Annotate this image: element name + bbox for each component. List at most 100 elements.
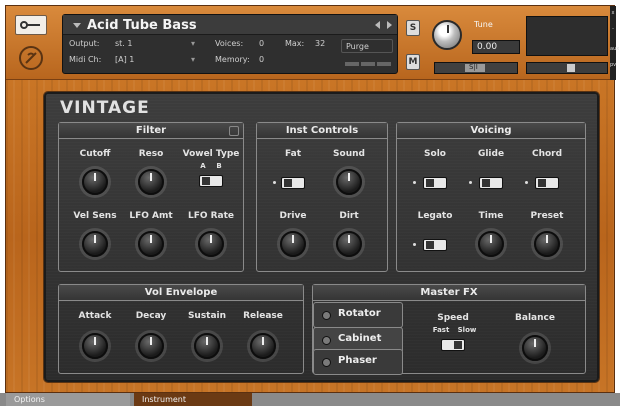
wrench-button[interactable] — [15, 15, 47, 35]
memory-value: 0 — [259, 55, 265, 64]
tune-label: Tune — [474, 20, 493, 29]
speed-switch[interactable] — [441, 339, 465, 351]
legato-led — [413, 243, 416, 246]
midi-channel-label: Midi Ch: — [69, 55, 102, 64]
filter-section: Filter Cutoff Reso Vowel Type A B Vel Se… — [58, 122, 244, 272]
bottom-tab-bar: Options Instrument — [0, 393, 620, 406]
speed-option-slow: Slow — [457, 326, 477, 334]
midi-dropdown-icon[interactable]: ▾ — [191, 55, 195, 64]
vol-envelope-header: Vol Envelope — [59, 285, 303, 301]
vowel-type-switch[interactable] — [199, 175, 223, 187]
max-voices-value[interactable]: 32 — [315, 39, 325, 48]
midi-channel-value[interactable]: [A] 1 — [115, 55, 134, 64]
vol-envelope-section: Vol Envelope Attack Decay Sustain Releas… — [58, 284, 304, 374]
volume-meter — [526, 16, 608, 56]
pan-thumb[interactable]: S|I — [465, 63, 485, 72]
solo-button[interactable]: S — [406, 20, 420, 36]
vowel-type-label: Vowel Type — [182, 149, 240, 159]
balance-knob[interactable] — [522, 335, 548, 361]
chord-switch[interactable] — [535, 177, 559, 189]
fx-tab-rotator[interactable]: Rotator — [313, 302, 403, 328]
lfo-rate-knob[interactable] — [198, 231, 224, 257]
sound-label: Sound — [333, 149, 365, 159]
next-instrument-icon[interactable] — [387, 21, 392, 29]
speed-option-fast: Fast — [432, 326, 450, 334]
balance-label: Balance — [515, 313, 555, 323]
reso-knob[interactable] — [138, 169, 164, 195]
tab-options[interactable]: Options — [6, 393, 130, 406]
preset-label: Preset — [530, 211, 564, 221]
legato-switch[interactable] — [423, 239, 447, 251]
decay-knob[interactable] — [138, 333, 164, 359]
purge-button[interactable]: Purge — [341, 39, 393, 53]
voicing-section: Voicing Solo Glide Chord Legato Time Pre… — [396, 122, 586, 272]
cpu-meter — [361, 62, 375, 66]
chord-led — [525, 181, 528, 184]
attack-label: Attack — [78, 311, 112, 321]
filter-header: Filter — [59, 123, 243, 139]
pan-slider[interactable]: S|I — [434, 62, 518, 74]
sustain-knob[interactable] — [194, 333, 220, 359]
instrument-frame: Acid Tube Bass Output: st. 1 ▾ Midi Ch: … — [5, 5, 619, 393]
tab-instrument[interactable]: Instrument — [134, 393, 252, 406]
master-fx-title: Master FX — [420, 287, 478, 298]
cutoff-label: Cutoff — [79, 149, 111, 159]
vol-envelope-title: Vol Envelope — [144, 287, 218, 298]
aux-button[interactable]: aux — [610, 46, 619, 52]
phaser-label: Phaser — [338, 355, 377, 366]
preset-knob[interactable] — [534, 231, 560, 257]
instrument-menu-icon[interactable] — [73, 23, 81, 28]
pv-button[interactable]: pv — [610, 62, 616, 68]
filter-options-icon[interactable] — [229, 126, 239, 136]
speed-label: Speed — [437, 313, 469, 323]
fat-label: Fat — [285, 149, 301, 159]
sustain-label: Sustain — [187, 311, 227, 321]
glide-switch[interactable] — [479, 177, 503, 189]
close-instrument-icon[interactable]: x — [610, 10, 616, 16]
mute-button[interactable]: M — [406, 54, 420, 70]
phaser-led — [322, 358, 331, 367]
sound-knob[interactable] — [336, 169, 362, 195]
memory-label: Memory: — [215, 55, 250, 64]
attack-knob[interactable] — [82, 333, 108, 359]
inst-controls-title: Inst Controls — [285, 125, 359, 136]
decay-label: Decay — [135, 311, 167, 321]
chord-label: Chord — [531, 149, 563, 159]
fx-tab-phaser[interactable]: Phaser — [313, 349, 403, 375]
ni-logo-icon — [19, 46, 43, 70]
inst-controls-section: Inst Controls Fat Sound Drive Dirt — [256, 122, 388, 272]
volume-slider[interactable] — [526, 62, 608, 74]
cpu-meter — [345, 62, 359, 66]
instrument-info-panel: Acid Tube Bass Output: st. 1 ▾ Midi Ch: … — [62, 14, 398, 74]
instrument-title-bar: Acid Tube Bass — [63, 15, 397, 35]
tune-knob[interactable] — [432, 20, 462, 50]
solo-mode-switch[interactable] — [423, 177, 447, 189]
master-fx-section: Master FX Rotator Cabinet Phaser Speed F… — [312, 284, 586, 375]
instrument-header: Acid Tube Bass Output: st. 1 ▾ Midi Ch: … — [6, 6, 619, 80]
fat-led — [273, 181, 276, 184]
reso-label: Reso — [138, 149, 164, 159]
output-value[interactable]: st. 1 — [115, 39, 132, 48]
lfo-amt-knob[interactable] — [138, 231, 164, 257]
cutoff-knob[interactable] — [82, 169, 108, 195]
filter-title: Filter — [135, 125, 167, 136]
cpu-meter — [377, 62, 391, 66]
voicing-title: Voicing — [470, 125, 512, 136]
release-knob[interactable] — [250, 333, 276, 359]
dirt-knob[interactable] — [336, 231, 362, 257]
prev-instrument-icon[interactable] — [375, 21, 380, 29]
volume-thumb[interactable] — [567, 64, 575, 72]
output-dropdown-icon[interactable]: ▾ — [191, 39, 195, 48]
wrench-icon — [20, 21, 40, 29]
fat-switch[interactable] — [281, 177, 305, 189]
lfo-rate-label: LFO Rate — [187, 211, 235, 221]
glide-label: Glide — [477, 149, 505, 159]
minimize-instrument-icon[interactable]: - — [610, 26, 616, 32]
drive-knob[interactable] — [280, 231, 306, 257]
tune-value[interactable]: 0.00 — [472, 40, 520, 54]
dirt-label: Dirt — [339, 211, 359, 221]
time-knob[interactable] — [478, 231, 504, 257]
vowel-option-b: B — [216, 162, 222, 170]
solo-mode-label: Solo — [424, 149, 446, 159]
vel-sens-knob[interactable] — [82, 231, 108, 257]
